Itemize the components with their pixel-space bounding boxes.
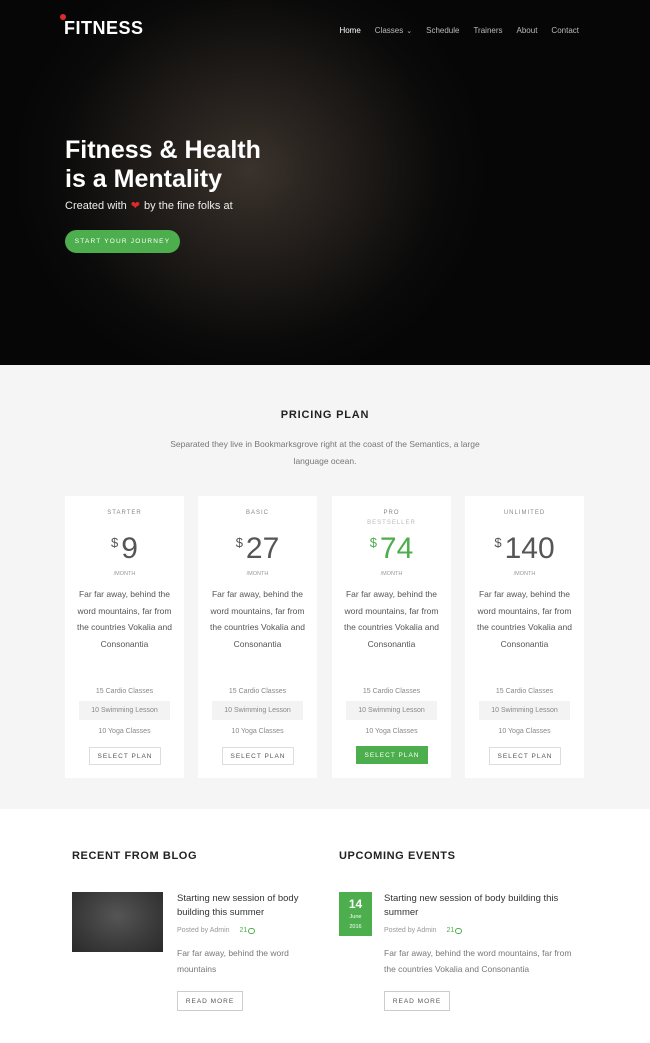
hero-subtitle-post: by the fine folks at	[143, 199, 233, 212]
comment-bubble-icon	[455, 927, 463, 934]
start-journey-button[interactable]: START YOUR JOURNEY	[65, 230, 180, 253]
bestseller-badge: BESTSELLER	[367, 520, 416, 526]
logo-dot-icon	[60, 14, 66, 20]
plan-name: PRO	[383, 510, 400, 516]
plan-feature: 15 Cardio Classes	[362, 688, 421, 695]
plan-description: Far far away, behind the word mountains,…	[477, 589, 572, 649]
hero-section: FITNESS Home Classes ⌄ Schedule Trainers …	[0, 0, 650, 365]
select-plan-button[interactable]: SELECT PLAN	[222, 747, 294, 765]
event-excerpt: Far far away, behind the word mountains,…	[384, 948, 572, 974]
currency-symbol: $	[494, 535, 502, 550]
plan-feature: 15 Cardio Classes	[95, 688, 154, 695]
event-title[interactable]: Starting new session of body building th…	[384, 892, 574, 920]
plan-name: UNLIMITED	[503, 510, 546, 516]
chevron-down-icon: ⌄	[406, 27, 413, 35]
event-day: 14	[348, 897, 363, 911]
comment-count-value: 21	[239, 927, 248, 934]
nav-label: Contact	[551, 26, 579, 35]
events-section-title: UPCOMING EVENTS	[339, 850, 456, 862]
plan-feature: 15 Cardio Classes	[228, 688, 287, 695]
plan-description: Far far away, behind the word mountains,…	[344, 589, 439, 649]
event-date-badge: 14 June 2016	[339, 892, 372, 936]
currency-symbol: $	[111, 535, 119, 550]
heart-icon: ❤	[130, 200, 140, 212]
plan-feature: 10 Swimming Lesson	[79, 701, 170, 720]
event-month: June	[349, 914, 362, 920]
pricing-card-unlimited: UNLIMITED $140 /MONTH Far far away, behi…	[465, 496, 584, 778]
plan-name: BASIC	[245, 510, 269, 516]
plan-feature: 10 Yoga Classes	[365, 728, 418, 735]
plan-period: /MONTH	[113, 571, 136, 577]
pricing-card-starter: STARTER $9 /MONTH Far far away, behind t…	[65, 496, 184, 778]
plan-description: Far far away, behind the word mountains,…	[77, 589, 172, 649]
nav-label: About	[516, 26, 538, 35]
event-meta: Posted by Admin 21	[384, 927, 463, 934]
plan-price: $27	[198, 532, 317, 566]
nav-item-trainers[interactable]: Trainers	[473, 26, 502, 35]
plan-description: Far far away, behind the word mountains,…	[210, 589, 305, 649]
event-read-more-button[interactable]: READ MORE	[384, 991, 450, 1011]
price-value: 9	[121, 532, 138, 565]
comment-bubble-icon	[248, 927, 256, 934]
hero-title: Fitness & Health is a Mentality	[65, 136, 261, 194]
nav-item-about[interactable]: About	[517, 26, 538, 35]
select-plan-button[interactable]: SELECT PLAN	[89, 747, 161, 765]
hero-subtitle-pre: Created with	[65, 199, 127, 212]
plan-feature: 10 Yoga Classes	[231, 728, 284, 735]
select-plan-button[interactable]: SELECT PLAN	[356, 746, 428, 764]
pricing-card-pro: PRO BESTSELLER $74 /MONTH Far far away, …	[332, 496, 451, 778]
comment-count[interactable]: 21	[240, 927, 256, 934]
main-nav: Home Classes ⌄ Schedule Trainers About Co…	[325, 26, 579, 35]
pricing-description: Separated they live in Bookmarksgrove ri…	[170, 439, 480, 466]
select-plan-button[interactable]: SELECT PLAN	[489, 747, 561, 765]
plan-feature: 15 Cardio Classes	[495, 688, 554, 695]
price-value: 27	[245, 532, 280, 565]
comment-count[interactable]: 21	[447, 927, 463, 934]
blog-post-title[interactable]: Starting new session of body building th…	[177, 892, 317, 920]
hero-title-line2-pre: is a	[65, 165, 114, 193]
plan-feature: 10 Yoga Classes	[498, 728, 551, 735]
plan-name: STARTER	[107, 510, 142, 516]
currency-symbol: $	[235, 535, 243, 550]
nav-item-classes[interactable]: Classes ⌄	[375, 26, 412, 35]
pricing-card-basic: BASIC $27 /MONTH Far far away, behind th…	[198, 496, 317, 778]
hero-title-line1: Fitness & Health	[65, 136, 261, 164]
nav-label: Trainers	[473, 26, 503, 35]
nav-item-contact[interactable]: Contact	[551, 26, 579, 35]
pricing-title: PRICING PLAN	[280, 409, 370, 421]
price-value: 74	[379, 532, 414, 565]
plan-period: /MONTH	[246, 571, 269, 577]
logo[interactable]: FITNESS	[60, 14, 144, 39]
hero-title-line2-bold: Mentality	[113, 165, 223, 193]
blog-section-title: RECENT FROM BLOG	[72, 850, 198, 862]
plan-period: /MONTH	[513, 571, 536, 577]
nav-label: Home	[339, 26, 361, 35]
event-author: Posted by Admin	[384, 927, 437, 934]
pricing-section: PRICING PLAN Separated they live in Book…	[0, 365, 650, 809]
nav-item-home[interactable]: Home	[339, 26, 360, 35]
plan-price: $74	[332, 532, 451, 566]
plan-feature: 10 Swimming Lesson	[212, 701, 303, 720]
post-author: Posted by Admin	[177, 927, 230, 934]
event-year: 2016	[349, 924, 362, 930]
hero-subtitle: Created with ❤ by the fine folks at	[65, 199, 233, 213]
plan-price: $9	[65, 532, 184, 566]
plan-period: /MONTH	[380, 571, 403, 577]
nav-label: Schedule	[426, 26, 460, 35]
plan-feature: 10 Swimming Lesson	[479, 701, 570, 720]
comment-count-value: 21	[446, 927, 455, 934]
plan-price: $140	[465, 532, 584, 566]
logo-text: FITNESS	[64, 18, 144, 38]
nav-label: Classes	[374, 26, 404, 35]
blog-post-excerpt: Far far away, behind the word mountains	[177, 948, 289, 974]
currency-symbol: $	[369, 535, 377, 550]
plan-feature: 10 Yoga Classes	[98, 728, 151, 735]
blog-thumbnail-image[interactable]	[72, 892, 163, 952]
nav-item-schedule[interactable]: Schedule	[426, 26, 459, 35]
blog-read-more-button[interactable]: READ MORE	[177, 991, 243, 1011]
price-value: 140	[504, 532, 555, 565]
blog-post-meta: Posted by Admin 21	[177, 927, 256, 934]
plan-feature: 10 Swimming Lesson	[346, 701, 437, 720]
